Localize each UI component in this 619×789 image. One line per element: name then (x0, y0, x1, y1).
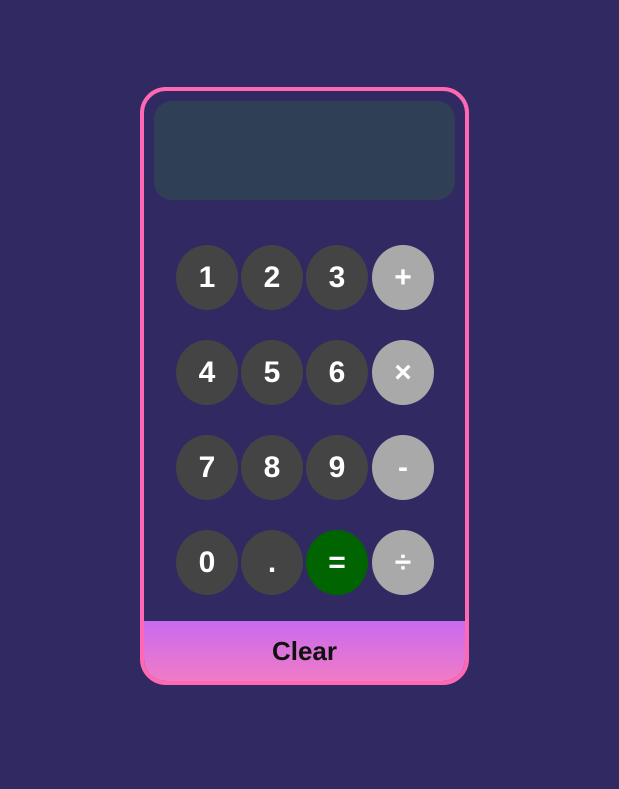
decimal-button[interactable]: . (241, 530, 303, 595)
equals-button[interactable]: = (306, 530, 368, 595)
clear-button[interactable]: Clear (144, 621, 465, 681)
key-0[interactable]: 0 (176, 530, 238, 595)
divide-button[interactable]: ÷ (372, 530, 434, 595)
add-button[interactable]: + (372, 245, 434, 310)
key-5[interactable]: 5 (241, 340, 303, 405)
calculator: 1 2 3 + 4 5 6 × 7 8 9 - 0 . = ÷ Clear (140, 87, 469, 685)
key-8[interactable]: 8 (241, 435, 303, 500)
key-7[interactable]: 7 (176, 435, 238, 500)
multiply-button[interactable]: × (372, 340, 434, 405)
key-2[interactable]: 2 (241, 245, 303, 310)
key-1[interactable]: 1 (176, 245, 238, 310)
key-9[interactable]: 9 (306, 435, 368, 500)
key-6[interactable]: 6 (306, 340, 368, 405)
key-3[interactable]: 3 (306, 245, 368, 310)
subtract-button[interactable]: - (372, 435, 434, 500)
key-4[interactable]: 4 (176, 340, 238, 405)
keypad: 1 2 3 + 4 5 6 × 7 8 9 - 0 . = ÷ (176, 245, 438, 598)
calculator-display (154, 101, 455, 200)
